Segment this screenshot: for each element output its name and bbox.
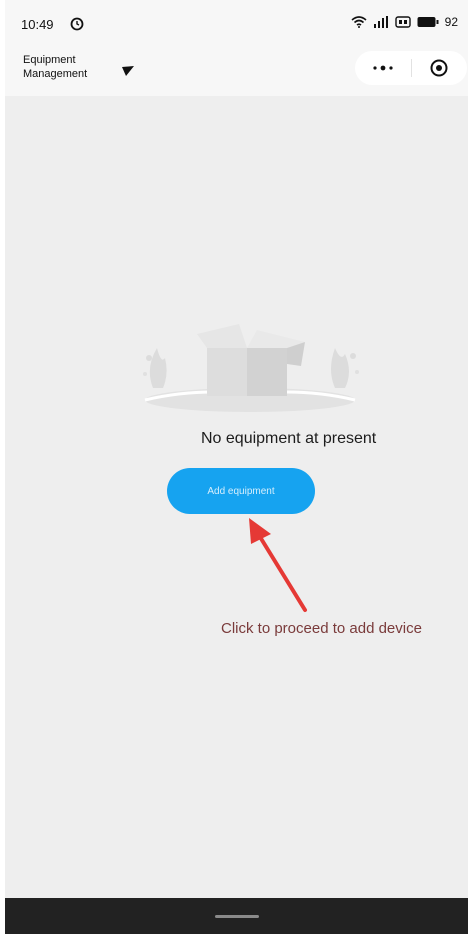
app-header: Equipment Management <box>5 44 468 96</box>
add-equipment-button[interactable]: Add equipment <box>167 468 315 514</box>
target-icon <box>430 59 448 77</box>
battery-icon <box>417 17 439 27</box>
battery-level: 92 <box>444 15 458 29</box>
status-time: 10:49 <box>21 17 54 32</box>
phone-screen: 10:49 92 Equipment Management No equipme… <box>5 0 468 934</box>
menu-capsule <box>355 51 467 85</box>
system-nav-bar <box>5 898 468 934</box>
dropdown-icon[interactable] <box>122 66 134 76</box>
status-icons: 92 <box>351 15 458 29</box>
close-miniprogram-button[interactable] <box>411 51 467 85</box>
alarm-icon <box>70 17 84 31</box>
signal-icon <box>373 16 388 28</box>
wifi-icon <box>351 16 367 28</box>
status-bar: 10:49 92 <box>5 0 468 44</box>
empty-state-message: No equipment at present <box>201 430 377 447</box>
home-indicator[interactable] <box>215 915 259 918</box>
empty-box-icon <box>143 324 359 412</box>
page-title: Equipment Management <box>23 54 88 80</box>
annotation-text: Click to proceed to add device <box>221 620 422 637</box>
more-icon <box>373 65 393 71</box>
more-button[interactable] <box>355 51 411 85</box>
hd-icon <box>394 16 411 28</box>
annotation-arrow-icon <box>249 518 307 612</box>
